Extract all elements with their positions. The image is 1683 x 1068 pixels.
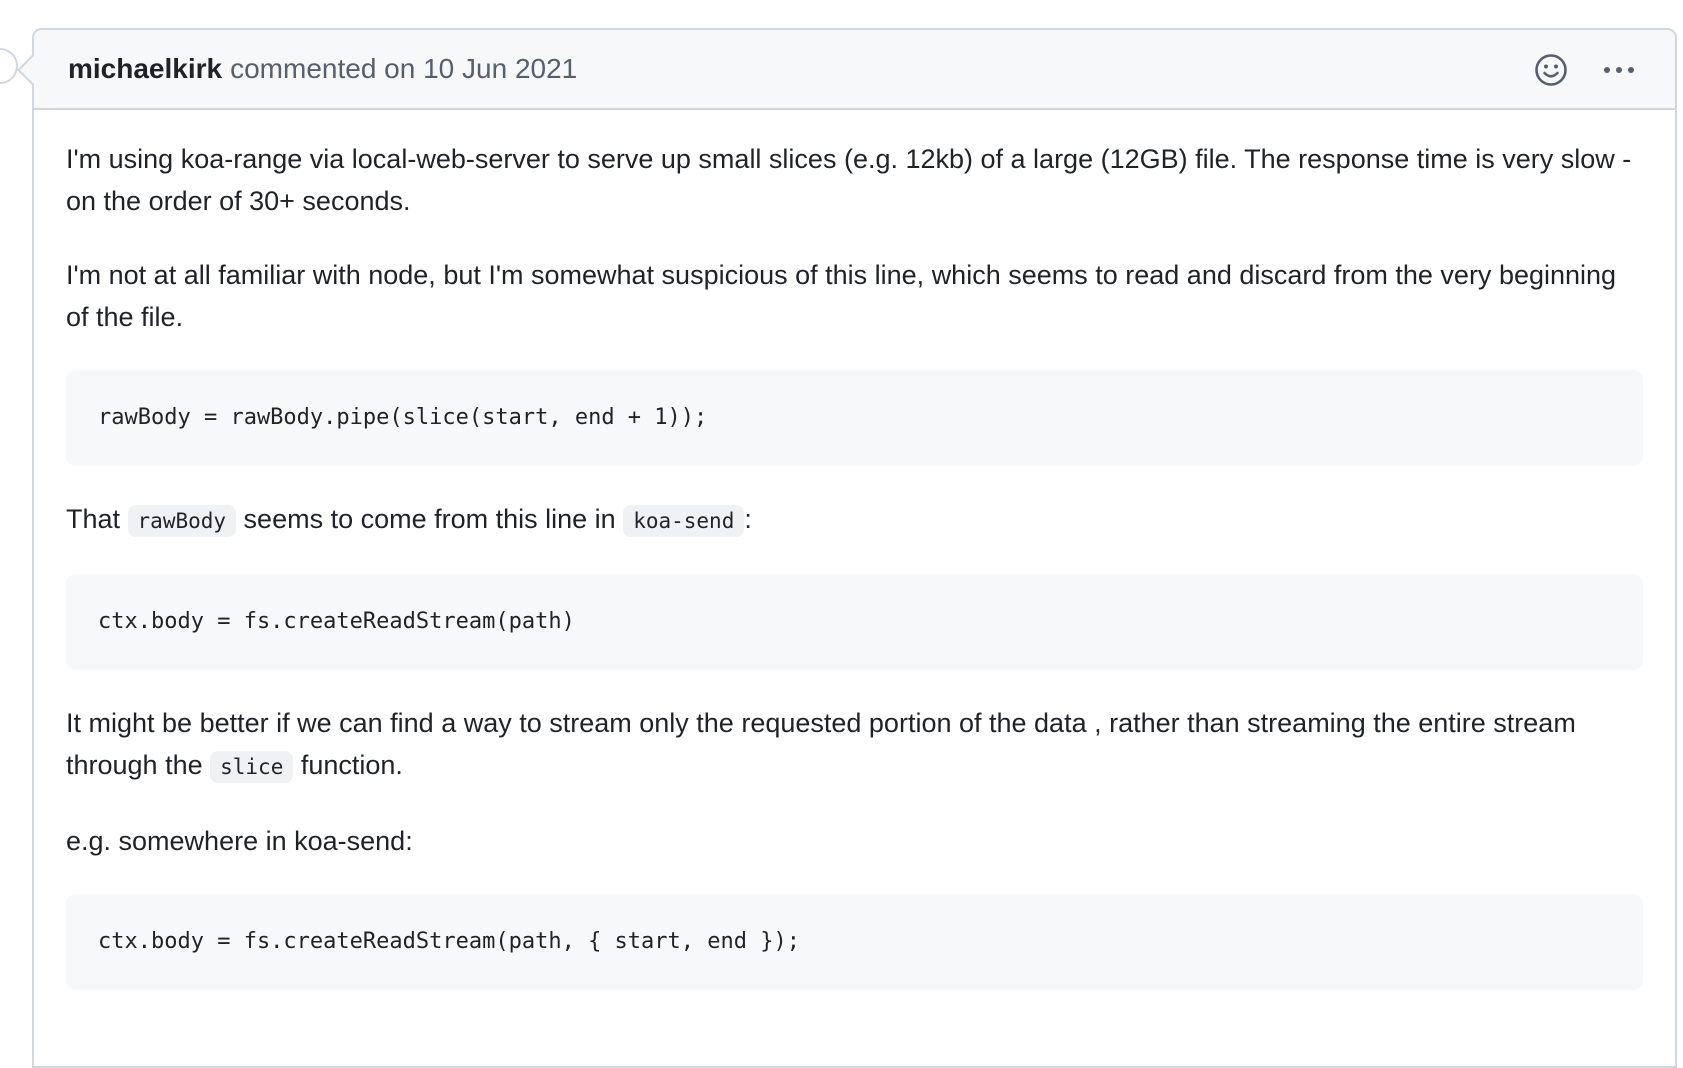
text-segment: seems to come from this line in	[236, 504, 624, 534]
code-block-rawbody: rawBody = rawBody.pipe(slice(start, end …	[66, 370, 1643, 466]
inline-code-koa-send: koa-send	[623, 505, 745, 537]
paragraph-example: e.g. somewhere in koa-send:	[66, 826, 413, 856]
paragraph-source: That rawBody seems to come from this lin…	[66, 498, 1643, 542]
paragraph-suspicion: I'm not at all familiar with node, but I…	[66, 260, 1617, 332]
author-link[interactable]: michaelkirk	[68, 53, 222, 85]
text-segment: function.	[293, 750, 403, 780]
add-reaction-button[interactable]	[1531, 50, 1571, 90]
code-block-range-stream: ctx.body = fs.createReadStream(path, { s…	[66, 894, 1643, 990]
inline-code-slice: slice	[210, 751, 294, 783]
smiley-icon	[1535, 54, 1567, 86]
comment-timestamp[interactable]: commented on 10 Jun 2021	[230, 53, 577, 85]
paragraph-intro: I'm using koa-range via local-web-server…	[66, 144, 1632, 216]
avatar[interactable]	[0, 48, 18, 84]
paragraph-suggestion: It might be better if we can find a way …	[66, 702, 1643, 788]
inline-code-rawbody: rawBody	[127, 505, 237, 537]
comment-header: michaelkirk commented on 10 Jun 2021	[34, 30, 1675, 110]
kebab-horizontal-icon	[1604, 67, 1634, 73]
comment-card: michaelkirk commented on 10 Jun 2021 I'm…	[17, 28, 1677, 1068]
comment-actions	[1531, 50, 1639, 90]
text-segment: :	[744, 504, 752, 534]
comment-body: I'm using koa-range via local-web-server…	[34, 110, 1675, 990]
text-segment: That	[66, 504, 128, 534]
code-block-ctx-body: ctx.body = fs.createReadStream(path)	[66, 574, 1643, 670]
comment-options-button[interactable]	[1599, 50, 1639, 90]
